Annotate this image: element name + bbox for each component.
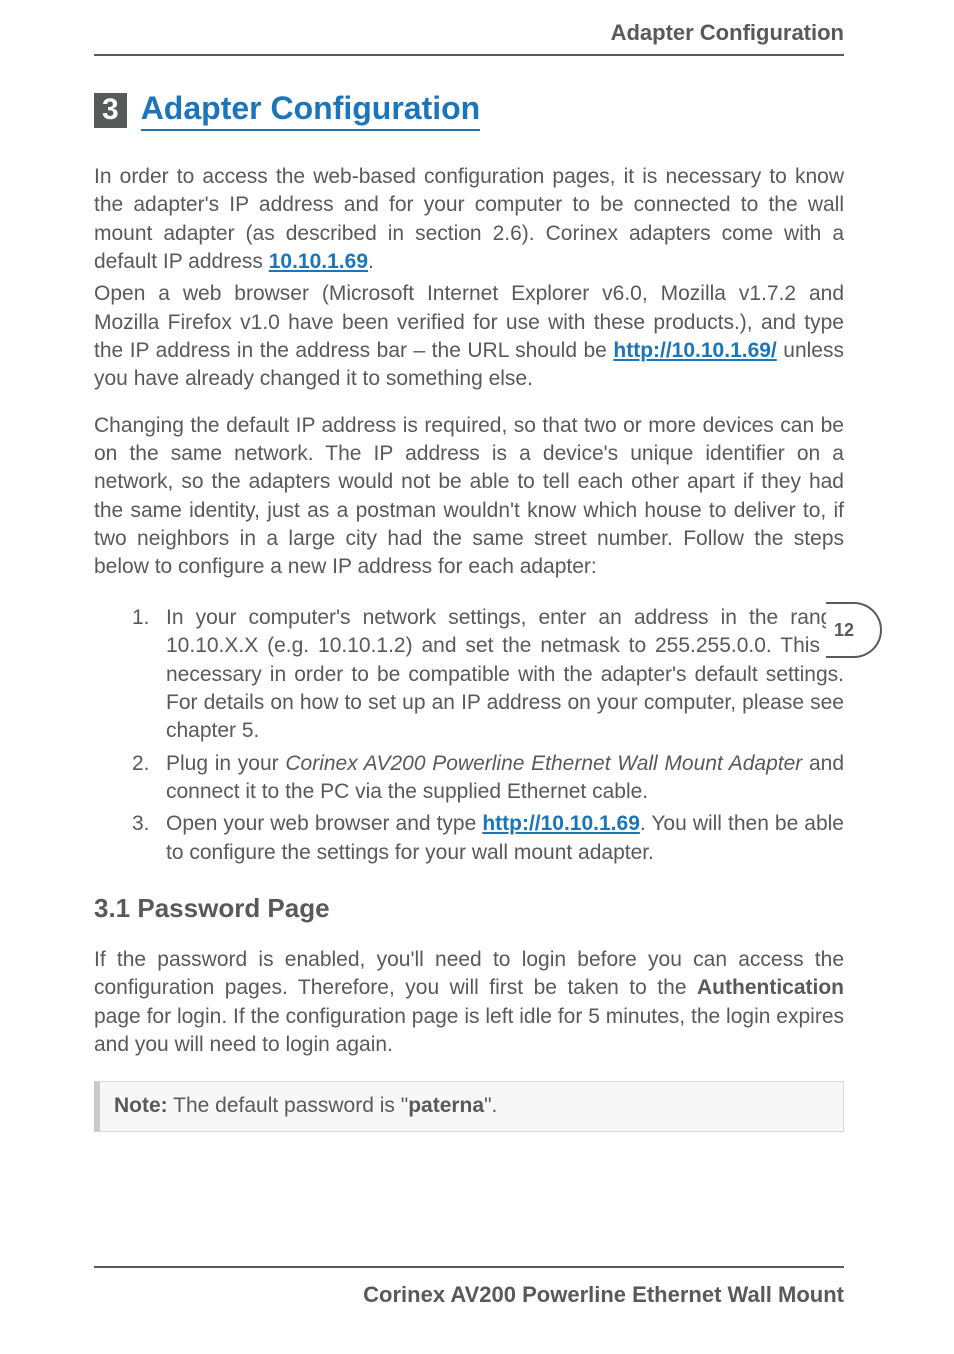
note-callout: Note: The default password is "paterna".	[94, 1081, 844, 1131]
list-item: 1. In your computer's network settings, …	[132, 604, 844, 746]
text-run: .	[368, 250, 374, 273]
text-run: page for login. If the configuration pag…	[94, 1005, 844, 1056]
numbered-steps: 1. In your computer's network settings, …	[132, 604, 844, 867]
config-url-link[interactable]: http://10.10.1.69/	[613, 339, 776, 362]
list-text: Plug in your Corinex AV200 Powerline Eth…	[166, 750, 844, 807]
text-run: ".	[484, 1094, 497, 1117]
ip-address-link[interactable]: 10.10.1.69	[269, 250, 368, 273]
paragraph: Changing the default IP address is requi…	[94, 412, 844, 582]
text-run: Open your web browser and type	[166, 812, 482, 835]
chapter-number-badge: 3	[94, 93, 127, 128]
config-url-link[interactable]: http://10.10.1.69	[482, 812, 640, 835]
paragraph: Open a web browser (Microsoft Internet E…	[94, 280, 844, 393]
list-number: 2.	[132, 750, 156, 807]
text-run: Plug in your	[166, 752, 285, 775]
text-run: The default password is "	[168, 1094, 409, 1117]
bold-term: Authentication	[697, 976, 844, 999]
body-text: In order to access the web-based configu…	[94, 163, 844, 1132]
text-run: In order to access the web-based configu…	[94, 165, 844, 273]
chapter-title-text: Adapter Configuration	[141, 90, 481, 131]
page-number-tab: 12	[826, 602, 882, 658]
footer-text: Corinex AV200 Powerline Ethernet Wall Mo…	[94, 1282, 844, 1308]
default-password-value: paterna	[408, 1094, 484, 1117]
page-number: 12	[834, 620, 854, 641]
footer-rule	[94, 1266, 844, 1268]
note-label: Note:	[114, 1094, 168, 1117]
chapter-heading: 3 Adapter Configuration	[94, 90, 844, 131]
list-text: Open your web browser and type http://10…	[166, 810, 844, 867]
list-item: 3. Open your web browser and type http:/…	[132, 810, 844, 867]
running-header: Adapter Configuration	[94, 20, 844, 56]
list-number: 1.	[132, 604, 156, 746]
section-heading: 3.1 Password Page	[94, 891, 844, 926]
list-number: 3.	[132, 810, 156, 867]
list-item: 2. Plug in your Corinex AV200 Powerline …	[132, 750, 844, 807]
document-page: Adapter Configuration 3 Adapter Configur…	[0, 0, 954, 1354]
paragraph: In order to access the web-based configu…	[94, 163, 844, 276]
paragraph: If the password is enabled, you'll need …	[94, 946, 844, 1059]
list-text: In your computer's network settings, ent…	[166, 604, 844, 746]
product-name-italic: Corinex AV200 Powerline Ethernet Wall Mo…	[285, 752, 802, 775]
